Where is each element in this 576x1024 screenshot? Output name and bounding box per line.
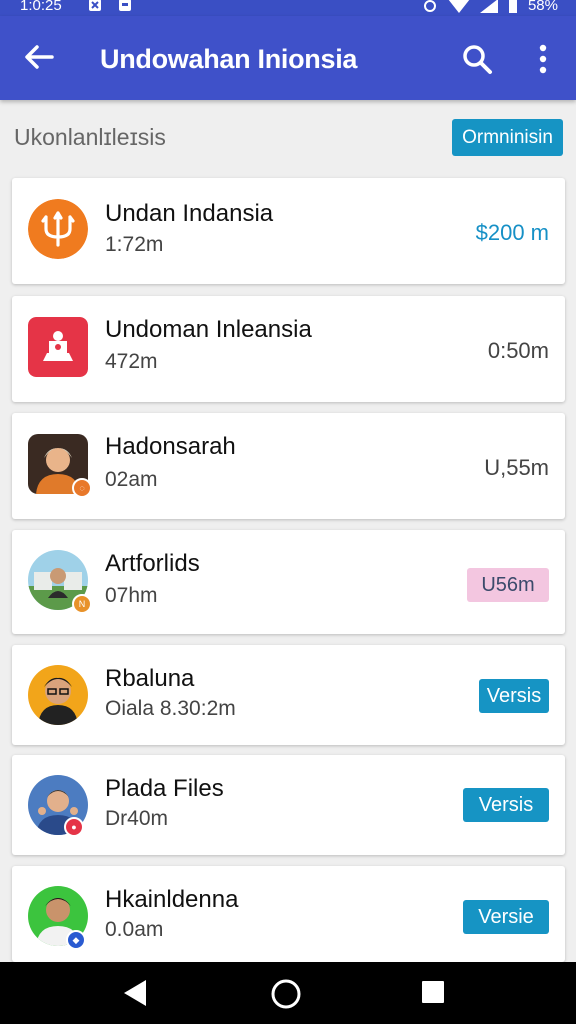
list-item[interactable]: Undoman Inleansia 472m 0:50m: [12, 296, 565, 402]
item-name: Hkainldenna: [105, 886, 239, 913]
search-icon[interactable]: [460, 42, 494, 76]
item-subtitle: 02am: [105, 468, 158, 491]
more-options-icon[interactable]: [532, 42, 554, 76]
back-nav-icon[interactable]: [120, 978, 148, 1008]
bell-app-icon: [28, 317, 88, 377]
status-badge: ●: [64, 817, 84, 837]
item-value: $200 m: [475, 220, 549, 245]
list-item[interactable]: Undan Indansia 1:72m $200 m: [12, 178, 565, 284]
item-name: Plada Files: [105, 775, 224, 802]
page-title: Undowahan Inionsia: [100, 44, 358, 74]
wifi-icon: [449, 0, 469, 13]
item-subtitle: 07hm: [105, 584, 158, 607]
status-time: 1:0:25: [20, 0, 62, 14]
notification-icon: [89, 0, 101, 11]
recents-nav-icon[interactable]: [420, 978, 446, 1006]
item-name: Artforlids: [105, 550, 200, 577]
home-nav-icon[interactable]: [270, 978, 302, 1010]
section-action-button[interactable]: Ormninisin: [452, 119, 563, 156]
item-name: Undan Indansia: [105, 200, 274, 227]
tag-badge: U56m: [467, 568, 549, 602]
sync-icon: [423, 0, 436, 12]
system-nav-bar: [0, 962, 576, 1024]
status-badge: ◌: [72, 478, 92, 498]
item-subtitle: 0.0am: [105, 918, 164, 941]
version-button[interactable]: Versie: [463, 900, 549, 934]
status-badge: ◆: [66, 930, 86, 950]
list-item[interactable]: Rbaluna Oiala 8.30:2m Versis: [12, 645, 565, 745]
item-subtitle: 1:72m: [105, 233, 164, 256]
section-label: Ukonlanlɪleɪsis: [14, 124, 166, 150]
item-name: Undoman Inleansia: [105, 316, 312, 343]
trident-app-icon: [28, 199, 88, 259]
version-button[interactable]: Versis: [463, 788, 549, 822]
list-item[interactable]: ◆ Hkainldenna 0.0am Versie: [12, 866, 565, 962]
back-arrow-icon[interactable]: [22, 40, 56, 74]
item-name: Rbaluna: [105, 665, 195, 692]
battery-percent: 58%: [527, 0, 558, 14]
item-subtitle: Dr40m: [105, 807, 169, 830]
list-item[interactable]: ◌ Hadonsarah 02am U,55m: [12, 413, 565, 519]
message-icon: [119, 0, 131, 11]
battery-icon: [508, 0, 517, 13]
item-subtitle: 472m: [105, 350, 158, 373]
status-bar: 1:0:25 58%: [0, 0, 576, 16]
status-badge: N: [72, 594, 92, 614]
item-name: Hadonsarah: [105, 433, 236, 460]
avatar: [28, 665, 88, 725]
signal-icon: [479, 0, 498, 13]
app-bar: Undowahan Inionsia: [0, 16, 576, 100]
item-time: U,55m: [484, 455, 549, 480]
list-item[interactable]: N Artforlids 07hm U56m: [12, 530, 565, 634]
item-subtitle: Oiala 8.30:2m: [105, 697, 236, 720]
item-time: 0:50m: [487, 338, 549, 363]
version-button[interactable]: Versis: [479, 679, 549, 713]
list-item[interactable]: ● Plada Files Dr40m Versis: [12, 755, 565, 855]
